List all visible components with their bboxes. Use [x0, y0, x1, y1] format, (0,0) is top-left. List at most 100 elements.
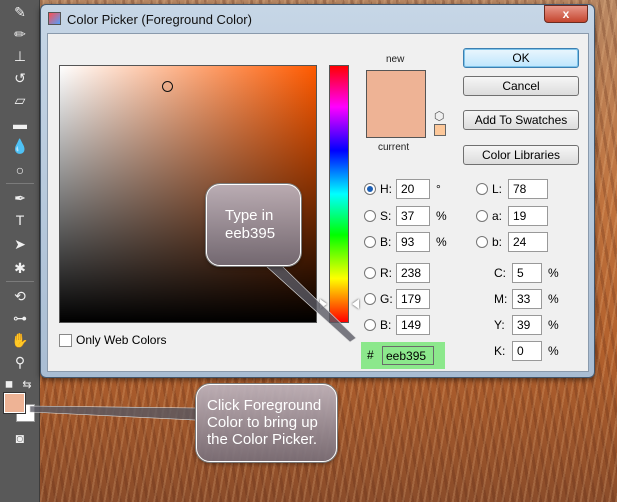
percent-unit: % — [548, 318, 559, 332]
yellow-input[interactable]: 39 — [512, 315, 542, 335]
ok-button[interactable]: OK — [463, 48, 579, 68]
brush-icon[interactable]: ✎ — [9, 2, 31, 22]
color-libraries-button[interactable]: Color Libraries — [463, 145, 579, 165]
hue-input[interactable]: 20 — [396, 179, 430, 199]
green-label: G: — [380, 292, 393, 306]
red-label: R: — [380, 266, 392, 280]
b-channel-row: b: 24 — [476, 232, 548, 252]
cube-icon[interactable]: ⬡ — [434, 109, 444, 123]
red-row: R: 238 — [364, 263, 430, 283]
close-button[interactable]: x — [544, 5, 588, 23]
magenta-label: M: — [494, 292, 508, 306]
cyan-label: C: — [494, 266, 506, 280]
percent-unit: % — [436, 235, 447, 249]
color-picker-dialog: Color Picker (Foreground Color) x Only W… — [40, 4, 595, 378]
cancel-button[interactable]: Cancel — [463, 76, 579, 96]
lightness-row: L: 78 — [476, 179, 548, 199]
eraser-icon[interactable]: ▱ — [9, 90, 31, 110]
type-in-hex-callout: Type in eeb395 — [206, 184, 301, 266]
a-channel-radio[interactable] — [476, 210, 488, 222]
lightness-radio[interactable] — [476, 183, 488, 195]
hand-icon[interactable]: ✋ — [9, 330, 31, 350]
lightness-input[interactable]: 78 — [508, 179, 548, 199]
saturation-radio[interactable] — [364, 210, 376, 222]
quick-mask-icon[interactable]: ◙ — [9, 428, 31, 448]
percent-unit: % — [436, 209, 447, 223]
hue-slider[interactable] — [329, 65, 349, 323]
callout-text: Click Foreground — [207, 397, 322, 414]
percent-unit: % — [548, 266, 559, 280]
magenta-input[interactable]: 33 — [512, 289, 542, 309]
type-icon[interactable]: T — [9, 210, 31, 230]
yellow-row: Y: 39 % — [494, 315, 559, 335]
dialog-titlebar[interactable]: Color Picker (Foreground Color) x — [41, 5, 594, 33]
a-channel-input[interactable]: 19 — [508, 206, 548, 226]
blur-icon[interactable]: 💧 — [9, 136, 31, 156]
blue-label: B: — [380, 318, 392, 332]
blue-row: B: 149 — [364, 315, 430, 335]
color-field-cursor[interactable] — [162, 81, 173, 92]
pen-icon[interactable]: ✒ — [9, 188, 31, 208]
toolbar-divider — [6, 281, 34, 282]
hex-highlight: # eeb395 — [361, 342, 445, 369]
toolbar-divider — [6, 183, 34, 184]
brightness-row: B: 93 % — [364, 232, 447, 252]
shape-icon[interactable]: ✱ — [9, 258, 31, 278]
degree-unit: ° — [436, 182, 441, 196]
only-web-colors-option[interactable]: Only Web Colors — [59, 333, 166, 347]
web-safe-color-swatch[interactable] — [434, 124, 446, 136]
zoom-icon[interactable]: ⚲ — [9, 352, 31, 372]
only-web-colors-label: Only Web Colors — [76, 333, 167, 347]
black-label: K: — [494, 344, 506, 358]
red-input[interactable]: 238 — [396, 263, 430, 283]
default-colors-icon[interactable]: ◼ — [2, 374, 16, 394]
percent-unit: % — [548, 344, 559, 358]
new-color-label: new — [386, 54, 405, 65]
a-channel-row: a: 19 — [476, 206, 548, 226]
green-input[interactable]: 179 — [396, 289, 430, 309]
history-brush-icon[interactable]: ↺ — [9, 68, 31, 88]
hue-label: H: — [380, 182, 392, 196]
hue-slider-handle-right[interactable] — [352, 299, 359, 309]
saturation-input[interactable]: 37 — [396, 206, 430, 226]
dodge-icon[interactable]: ○ — [9, 160, 31, 180]
black-input[interactable]: 0 — [512, 341, 542, 361]
3d-camera-icon[interactable]: ⊶ — [9, 308, 31, 328]
cyan-input[interactable]: 5 — [512, 263, 542, 283]
dialog-body: Only Web Colors new current ⬡ OK Cancel … — [47, 33, 589, 372]
3d-rotate-icon[interactable]: ⟲ — [9, 286, 31, 306]
b-channel-radio[interactable] — [476, 236, 488, 248]
pencil-icon[interactable]: ✏ — [9, 24, 31, 44]
current-color-label: current — [378, 142, 410, 153]
brightness-input[interactable]: 93 — [396, 232, 430, 252]
cyan-row: C: 5 % — [494, 263, 559, 283]
add-to-swatches-button[interactable]: Add To Swatches — [463, 110, 579, 130]
dialog-title: Color Picker (Foreground Color) — [67, 12, 252, 27]
foreground-color-swatch[interactable] — [4, 393, 25, 413]
hex-input[interactable]: eeb395 — [382, 346, 434, 365]
callout-text: eeb395 — [225, 225, 276, 242]
current-color-swatch[interactable] — [366, 104, 426, 138]
stamp-icon[interactable]: ⊥ — [9, 46, 31, 66]
saturation-row: S: 37 % — [364, 206, 447, 226]
magenta-row: M: 33 % — [494, 289, 559, 309]
blue-input[interactable]: 149 — [396, 315, 430, 335]
hue-radio[interactable] — [364, 183, 376, 195]
tools-panel: ✎ ✏ ⊥ ↺ ▱ ▬ 💧 ○ ✒ T ➤ ✱ ⟲ ⊶ ✋ ⚲ ◼ ⇆ ◙ — [0, 0, 40, 502]
hue-slider-handle-left[interactable] — [320, 299, 327, 309]
saturation-label: S: — [380, 209, 392, 223]
gradient-icon[interactable]: ▬ — [9, 114, 31, 134]
path-select-icon[interactable]: ➤ — [9, 234, 31, 254]
black-row: K: 0 % — [494, 341, 559, 361]
only-web-colors-checkbox[interactable] — [59, 333, 72, 347]
green-radio[interactable] — [364, 293, 376, 305]
yellow-label: Y: — [494, 318, 505, 332]
b-channel-input[interactable]: 24 — [508, 232, 548, 252]
blue-radio[interactable] — [364, 319, 376, 331]
green-row: G: 179 — [364, 289, 430, 309]
brightness-radio[interactable] — [364, 236, 376, 248]
click-foreground-callout: Click Foreground Color to bring up the C… — [196, 384, 337, 462]
swap-colors-icon[interactable]: ⇆ — [20, 374, 34, 394]
red-radio[interactable] — [364, 267, 376, 279]
lightness-label: L: — [492, 182, 503, 196]
